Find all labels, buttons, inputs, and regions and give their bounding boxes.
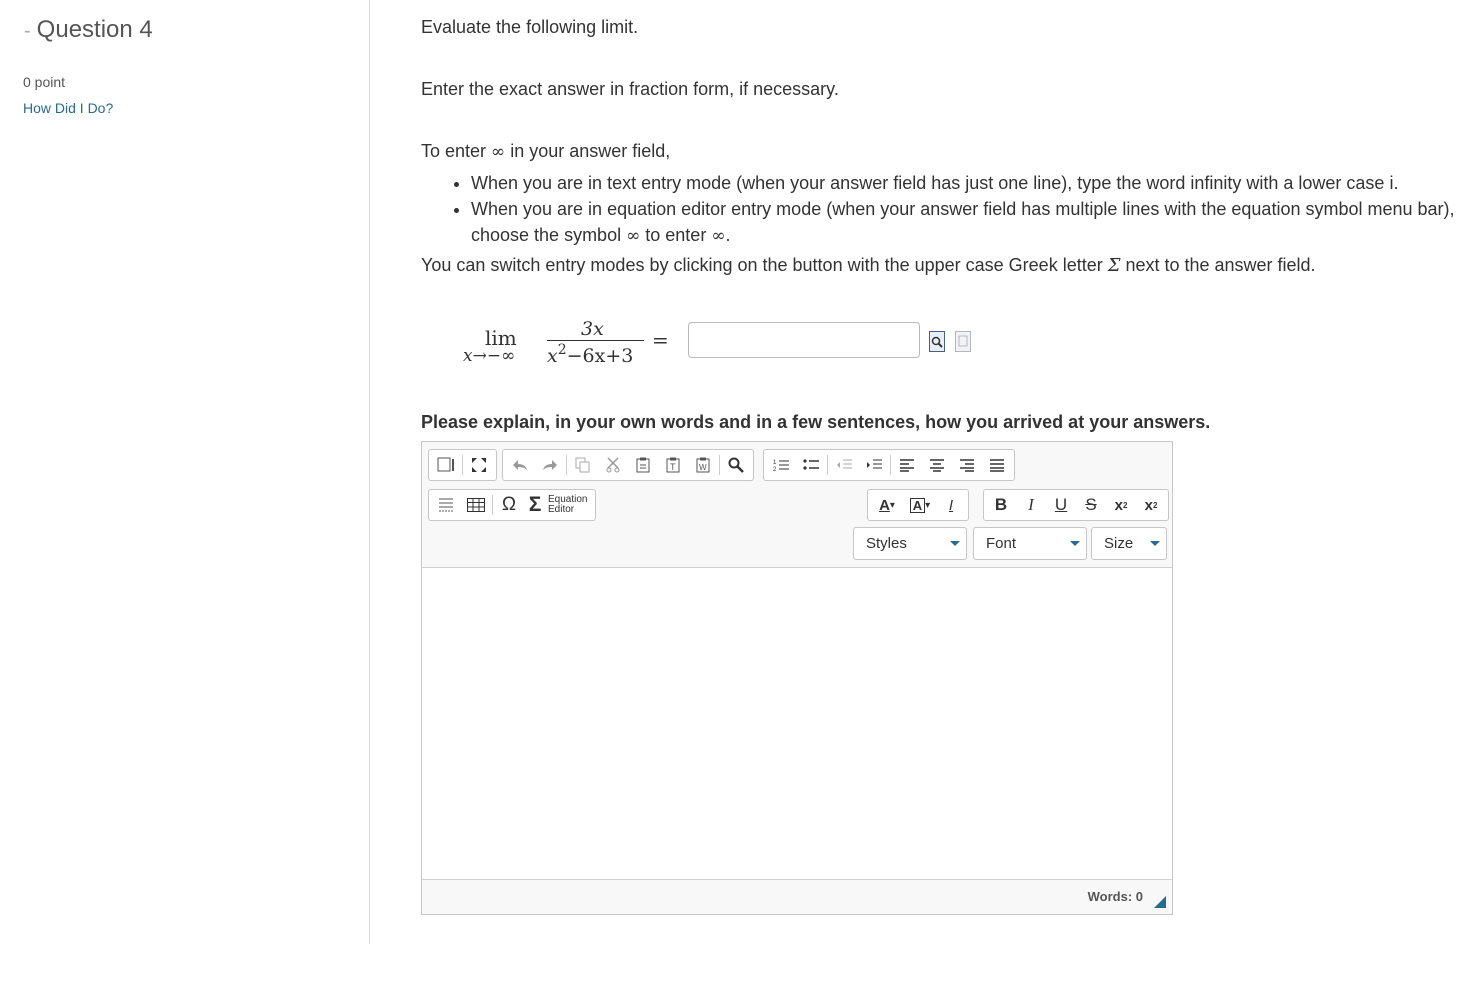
indent-icon[interactable] <box>859 450 889 480</box>
maximize-icon[interactable] <box>464 450 494 480</box>
chevron-down-icon <box>950 541 960 546</box>
collapse-toggle[interactable]: - <box>24 20 31 42</box>
instruction-list: When you are in text entry mode (when yo… <box>421 170 1482 249</box>
subscript-icon[interactable]: x2 <box>1106 490 1136 520</box>
chevron-down-icon <box>1070 541 1080 546</box>
svg-text:2: 2 <box>773 467 777 472</box>
editor-toolbar: T W 12 Ω Σ Equation Editor A ▾ A ▾ I B I… <box>422 442 1172 568</box>
align-right-icon[interactable] <box>952 450 982 480</box>
resize-handle-icon[interactable] <box>1154 896 1166 908</box>
justify-icon[interactable] <box>982 450 1012 480</box>
bold-icon[interactable]: B <box>986 490 1016 520</box>
question-points: 0 point <box>23 74 66 90</box>
fraction-bar <box>547 340 644 341</box>
answer-input[interactable] <box>688 322 920 358</box>
paste-text-icon[interactable]: T <box>658 450 688 480</box>
sigma-symbol: Σ <box>1107 255 1121 276</box>
equals-sign: = <box>652 328 669 352</box>
question-title: Question 4 <box>36 16 153 43</box>
undo-icon[interactable] <box>505 450 535 480</box>
fraction-denominator: x2−6x+3 <box>547 342 634 367</box>
toolbar-group-basic-styles: B I U S x2 x2 <box>983 489 1169 521</box>
word-count: Words: 0 <box>1087 889 1143 904</box>
svg-text:T: T <box>670 462 676 472</box>
remove-format-icon[interactable]: I <box>936 490 966 520</box>
italic-icon[interactable]: I <box>1016 490 1046 520</box>
infinity-symbol: ∞ <box>491 142 506 162</box>
text-color-icon[interactable]: A ▾ <box>870 490 904 520</box>
bulleted-list-icon[interactable] <box>796 450 826 480</box>
numbered-list-icon[interactable]: 12 <box>766 450 796 480</box>
toolbar-group-colors: A ▾ A ▾ I <box>867 489 969 521</box>
toolbar-group-document <box>428 449 497 481</box>
find-icon[interactable] <box>721 450 751 480</box>
instruction-evaluate: Evaluate the following limit. <box>421 17 639 37</box>
list-item: When you are in equation editor entry mo… <box>471 196 1482 249</box>
superscript-icon[interactable]: x2 <box>1136 490 1166 520</box>
bg-color-icon[interactable]: A ▾ <box>904 490 936 520</box>
question-header[interactable]: - Question 4 <box>24 16 153 44</box>
sigma-icon[interactable]: Σ <box>524 490 546 520</box>
question-sidebar: - Question 4 0 point How Did I Do? <box>0 0 370 944</box>
paste-icon[interactable] <box>628 450 658 480</box>
outdent-icon[interactable] <box>829 450 859 480</box>
chevron-down-icon <box>1150 541 1160 546</box>
table-icon[interactable] <box>461 490 491 520</box>
explain-label: Please explain, in your own words and in… <box>421 412 1211 432</box>
font-dropdown[interactable]: Font <box>973 527 1087 560</box>
svg-text:W: W <box>699 463 707 472</box>
redo-icon[interactable] <box>535 450 565 480</box>
copy-icon[interactable] <box>568 450 598 480</box>
lim-subscript: x→−∞ <box>463 346 516 366</box>
cut-icon[interactable] <box>598 450 628 480</box>
underline-icon[interactable]: U <box>1046 490 1076 520</box>
align-center-icon[interactable] <box>922 450 952 480</box>
horizontal-rule-icon[interactable] <box>431 490 461 520</box>
rich-text-editor: T W 12 Ω Σ Equation Editor A ▾ A ▾ I B I… <box>421 441 1173 915</box>
editor-status-bar: Words: 0 <box>422 879 1172 914</box>
preview-document-icon[interactable] <box>929 331 945 352</box>
paste-word-icon[interactable]: W <box>688 450 718 480</box>
omega-icon[interactable]: Ω <box>494 490 524 520</box>
fraction-numerator: 3x <box>581 318 604 340</box>
styles-dropdown[interactable]: Styles <box>853 527 967 560</box>
align-left-icon[interactable] <box>892 450 922 480</box>
list-item: When you are in text entry mode (when yo… <box>471 170 1482 196</box>
strikethrough-icon[interactable]: S <box>1076 490 1106 520</box>
paste-document-icon[interactable] <box>955 331 971 352</box>
editor-content-area[interactable] <box>422 568 1172 880</box>
toolbar-group-clipboard: T W <box>502 449 754 481</box>
instruction-exact-answer: Enter the exact answer in fraction form,… <box>421 79 839 99</box>
size-dropdown[interactable]: Size <box>1091 527 1167 560</box>
equation-editor-button[interactable]: Equation Editor <box>546 495 593 515</box>
instruction-infinity: To enter ∞ in your answer field, <box>421 141 671 162</box>
svg-text:1: 1 <box>773 460 777 466</box>
source-icon[interactable] <box>431 450 461 480</box>
how-did-i-do-link[interactable]: How Did I Do? <box>23 100 113 116</box>
instruction-switch-mode: You can switch entry modes by clicking o… <box>421 255 1316 276</box>
toolbar-group-insert: Ω Σ Equation Editor <box>428 489 597 521</box>
toolbar-group-paragraph: 12 <box>763 449 1015 481</box>
